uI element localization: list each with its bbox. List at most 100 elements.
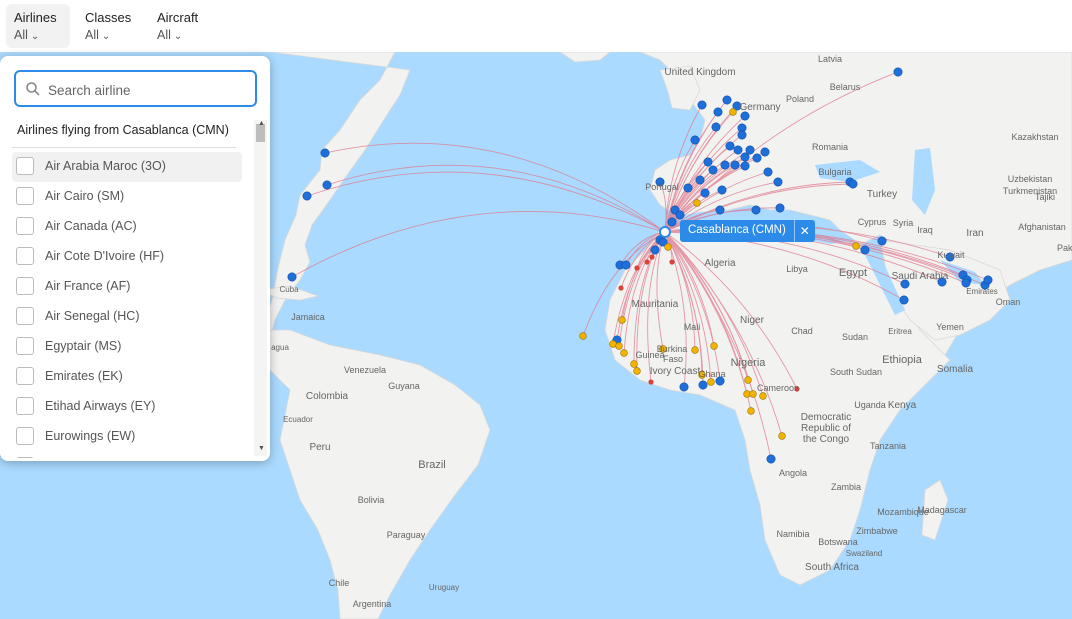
airport-marker-blue[interactable] <box>697 100 707 110</box>
airport-marker-blue[interactable] <box>717 185 727 195</box>
airport-marker-yellow[interactable] <box>707 378 715 386</box>
airline-checkbox[interactable] <box>16 457 34 458</box>
airport-marker-blue[interactable] <box>725 141 735 151</box>
airport-marker-blue[interactable] <box>740 161 750 171</box>
airport-marker-yellow[interactable] <box>620 349 628 357</box>
airline-list-item[interactable]: Air Senegal (HC) <box>12 302 242 332</box>
airport-marker-red[interactable] <box>648 379 654 385</box>
airport-marker-yellow[interactable] <box>618 316 626 324</box>
scroll-down-arrow[interactable]: ▼ <box>258 445 265 452</box>
airport-marker-blue[interactable] <box>730 160 740 170</box>
scrollbar-track[interactable] <box>254 120 267 456</box>
airline-checkbox[interactable] <box>16 307 34 325</box>
airport-marker-yellow[interactable] <box>749 390 757 398</box>
airline-checkbox[interactable] <box>16 397 34 415</box>
airport-marker-blue[interactable] <box>703 157 713 167</box>
airline-list-item[interactable]: Egyptair (MS) <box>12 332 242 362</box>
airport-marker-blue[interactable] <box>708 165 718 175</box>
filter-classes[interactable]: Classes All ⌄ <box>77 4 139 48</box>
airport-marker-blue[interactable] <box>322 180 332 190</box>
airline-checkbox[interactable] <box>16 427 34 445</box>
airport-marker-blue[interactable] <box>733 145 743 155</box>
airline-checkbox[interactable] <box>16 337 34 355</box>
airport-marker-blue[interactable] <box>860 245 870 255</box>
airport-marker-red[interactable] <box>669 259 675 265</box>
filter-aircraft[interactable]: Aircraft All ⌄ <box>149 4 211 48</box>
airport-marker-blue[interactable] <box>775 203 785 213</box>
airport-marker-blue[interactable] <box>302 191 312 201</box>
airline-list-item[interactable]: Air Arabia Maroc (3O) <box>12 152 242 182</box>
airport-marker-yellow[interactable] <box>778 432 786 440</box>
airport-marker-yellow[interactable] <box>710 342 718 350</box>
airline-list-item[interactable]: Air Cote D'Ivoire (HF) <box>12 242 242 272</box>
airport-marker-blue[interactable] <box>695 175 705 185</box>
airport-marker-red[interactable] <box>644 259 650 265</box>
airline-list-item[interactable]: Emirates (EK) <box>12 362 242 392</box>
airport-marker-blue[interactable] <box>320 148 330 158</box>
scroll-up-arrow[interactable]: ▲ <box>258 120 265 127</box>
airport-marker-yellow[interactable] <box>615 342 623 350</box>
airport-marker-yellow[interactable] <box>664 243 672 251</box>
search-box[interactable] <box>14 70 257 107</box>
airport-marker-blue[interactable] <box>740 111 750 121</box>
airline-checkbox[interactable] <box>16 367 34 385</box>
airport-marker-yellow[interactable] <box>744 376 752 384</box>
airport-marker-blue[interactable] <box>773 177 783 187</box>
airport-marker-blue[interactable] <box>848 179 858 189</box>
airline-checkbox[interactable] <box>16 187 34 205</box>
airport-marker-blue[interactable] <box>713 107 723 117</box>
airport-marker-yellow[interactable] <box>633 367 641 375</box>
airport-marker-blue[interactable] <box>667 217 677 227</box>
airport-marker-blue[interactable] <box>745 145 755 155</box>
airport-marker-blue[interactable] <box>899 295 909 305</box>
airport-marker-blue[interactable] <box>766 454 776 464</box>
close-icon[interactable]: ✕ <box>793 220 815 242</box>
hub-marker[interactable] <box>659 226 671 238</box>
airport-marker-red[interactable] <box>649 254 655 260</box>
airport-marker-blue[interactable] <box>675 210 685 220</box>
airport-marker-yellow[interactable] <box>852 242 860 250</box>
airport-marker-blue[interactable] <box>961 278 971 288</box>
airport-marker-yellow[interactable] <box>579 332 587 340</box>
filter-airlines[interactable]: Airlines All ⌄ <box>6 4 70 48</box>
airport-marker-blue[interactable] <box>621 260 631 270</box>
airport-marker-yellow[interactable] <box>693 199 701 207</box>
airport-marker-blue[interactable] <box>679 382 689 392</box>
airport-marker-yellow[interactable] <box>747 407 755 415</box>
airline-checkbox[interactable] <box>16 157 34 175</box>
airport-marker-blue[interactable] <box>690 135 700 145</box>
airport-marker-blue[interactable] <box>711 122 721 132</box>
airline-checkbox[interactable] <box>16 217 34 235</box>
airline-checkbox[interactable] <box>16 277 34 295</box>
airport-marker-blue[interactable] <box>877 236 887 246</box>
airport-marker-blue[interactable] <box>760 147 770 157</box>
airport-marker-blue[interactable] <box>287 272 297 282</box>
airline-list-item[interactable] <box>12 452 242 458</box>
airline-list-item[interactable]: Etihad Airways (EY) <box>12 392 242 422</box>
airline-list-item[interactable]: Air France (AF) <box>12 272 242 302</box>
airport-marker-blue[interactable] <box>700 188 710 198</box>
airport-marker-blue[interactable] <box>740 152 750 162</box>
airline-list-item[interactable]: Air Canada (AC) <box>12 212 242 242</box>
airport-marker-blue[interactable] <box>715 205 725 215</box>
airport-marker-blue[interactable] <box>720 160 730 170</box>
airline-list-item[interactable]: Air Cairo (SM) <box>12 182 242 212</box>
airport-marker-yellow[interactable] <box>759 392 767 400</box>
airport-marker-blue[interactable] <box>698 380 708 390</box>
airport-marker-blue[interactable] <box>751 205 761 215</box>
airport-marker-blue[interactable] <box>983 275 993 285</box>
airport-marker-yellow[interactable] <box>691 346 699 354</box>
airport-marker-blue[interactable] <box>763 167 773 177</box>
airport-marker-red[interactable] <box>634 265 640 271</box>
airport-marker-blue[interactable] <box>722 95 732 105</box>
airport-marker-blue[interactable] <box>650 245 660 255</box>
airport-marker-blue[interactable] <box>683 183 693 193</box>
airline-list-item[interactable]: Eurowings (EW) <box>12 422 242 452</box>
airport-marker-blue[interactable] <box>893 67 903 77</box>
airport-marker-yellow[interactable] <box>729 108 737 116</box>
airport-marker-blue[interactable] <box>737 130 747 140</box>
airport-marker-red[interactable] <box>618 285 624 291</box>
search-input[interactable] <box>46 78 250 102</box>
airport-marker-yellow[interactable] <box>630 360 638 368</box>
airport-marker-blue[interactable] <box>752 153 762 163</box>
